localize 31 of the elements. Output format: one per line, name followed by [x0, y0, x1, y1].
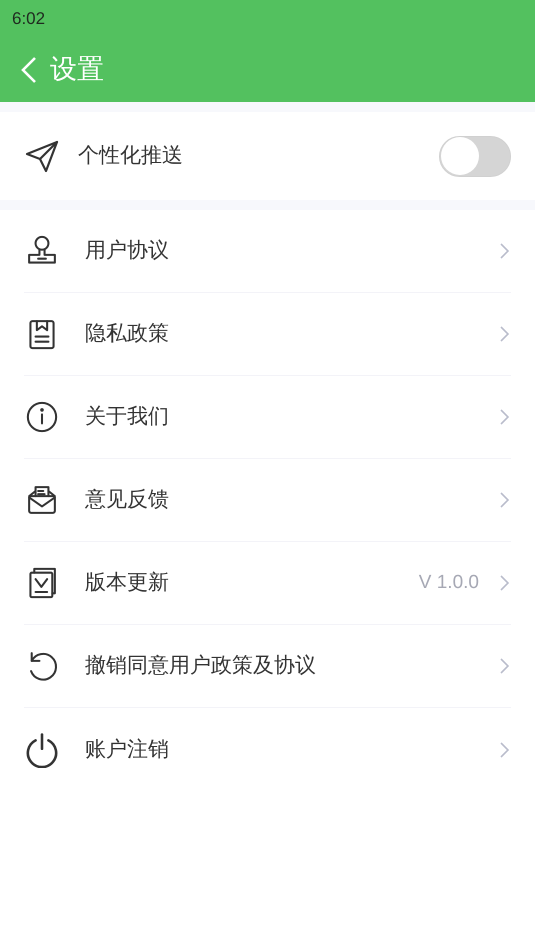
settings-row[interactable]: 用户协议	[24, 210, 511, 293]
paper-plane-icon	[24, 138, 60, 174]
toggle-switch[interactable]	[439, 136, 511, 176]
info-icon	[24, 399, 60, 435]
settings-row[interactable]: 隐私政策	[24, 293, 511, 376]
chevron-icon	[499, 657, 511, 675]
settings-row[interactable]: 账户注销	[24, 708, 511, 791]
chevron-icon	[499, 408, 511, 426]
power-icon	[24, 732, 60, 768]
settings-row[interactable]: 意见反馈	[24, 459, 511, 542]
page-title: 设置	[50, 52, 104, 87]
row-label: 关于我们	[85, 403, 170, 430]
chevron-icon	[499, 574, 511, 592]
status-time: 6:02	[12, 8, 46, 30]
settings-row[interactable]: 撤销同意用户政策及协议	[24, 625, 511, 708]
settings-row[interactable]: 版本更新 V 1.0.0	[24, 542, 511, 625]
back-button[interactable]	[20, 56, 38, 84]
row-label: 意见反馈	[85, 486, 170, 514]
row-label: 账户注销	[85, 736, 170, 763]
chevron-icon	[499, 325, 511, 343]
row-label: 用户协议	[85, 237, 170, 264]
chevron-icon	[499, 491, 511, 509]
chevron-icon	[499, 242, 511, 260]
back-icon	[20, 56, 38, 84]
row-label: 版本更新	[85, 569, 170, 596]
row-label: 撤销同意用户政策及协议	[85, 652, 317, 680]
row-label: 隐私政策	[85, 320, 170, 348]
push-label: 个性化推送	[78, 142, 184, 170]
settings-row[interactable]: 关于我们	[24, 376, 511, 459]
version-text: V 1.0.0	[418, 570, 479, 595]
chevron-icon	[499, 740, 511, 758]
